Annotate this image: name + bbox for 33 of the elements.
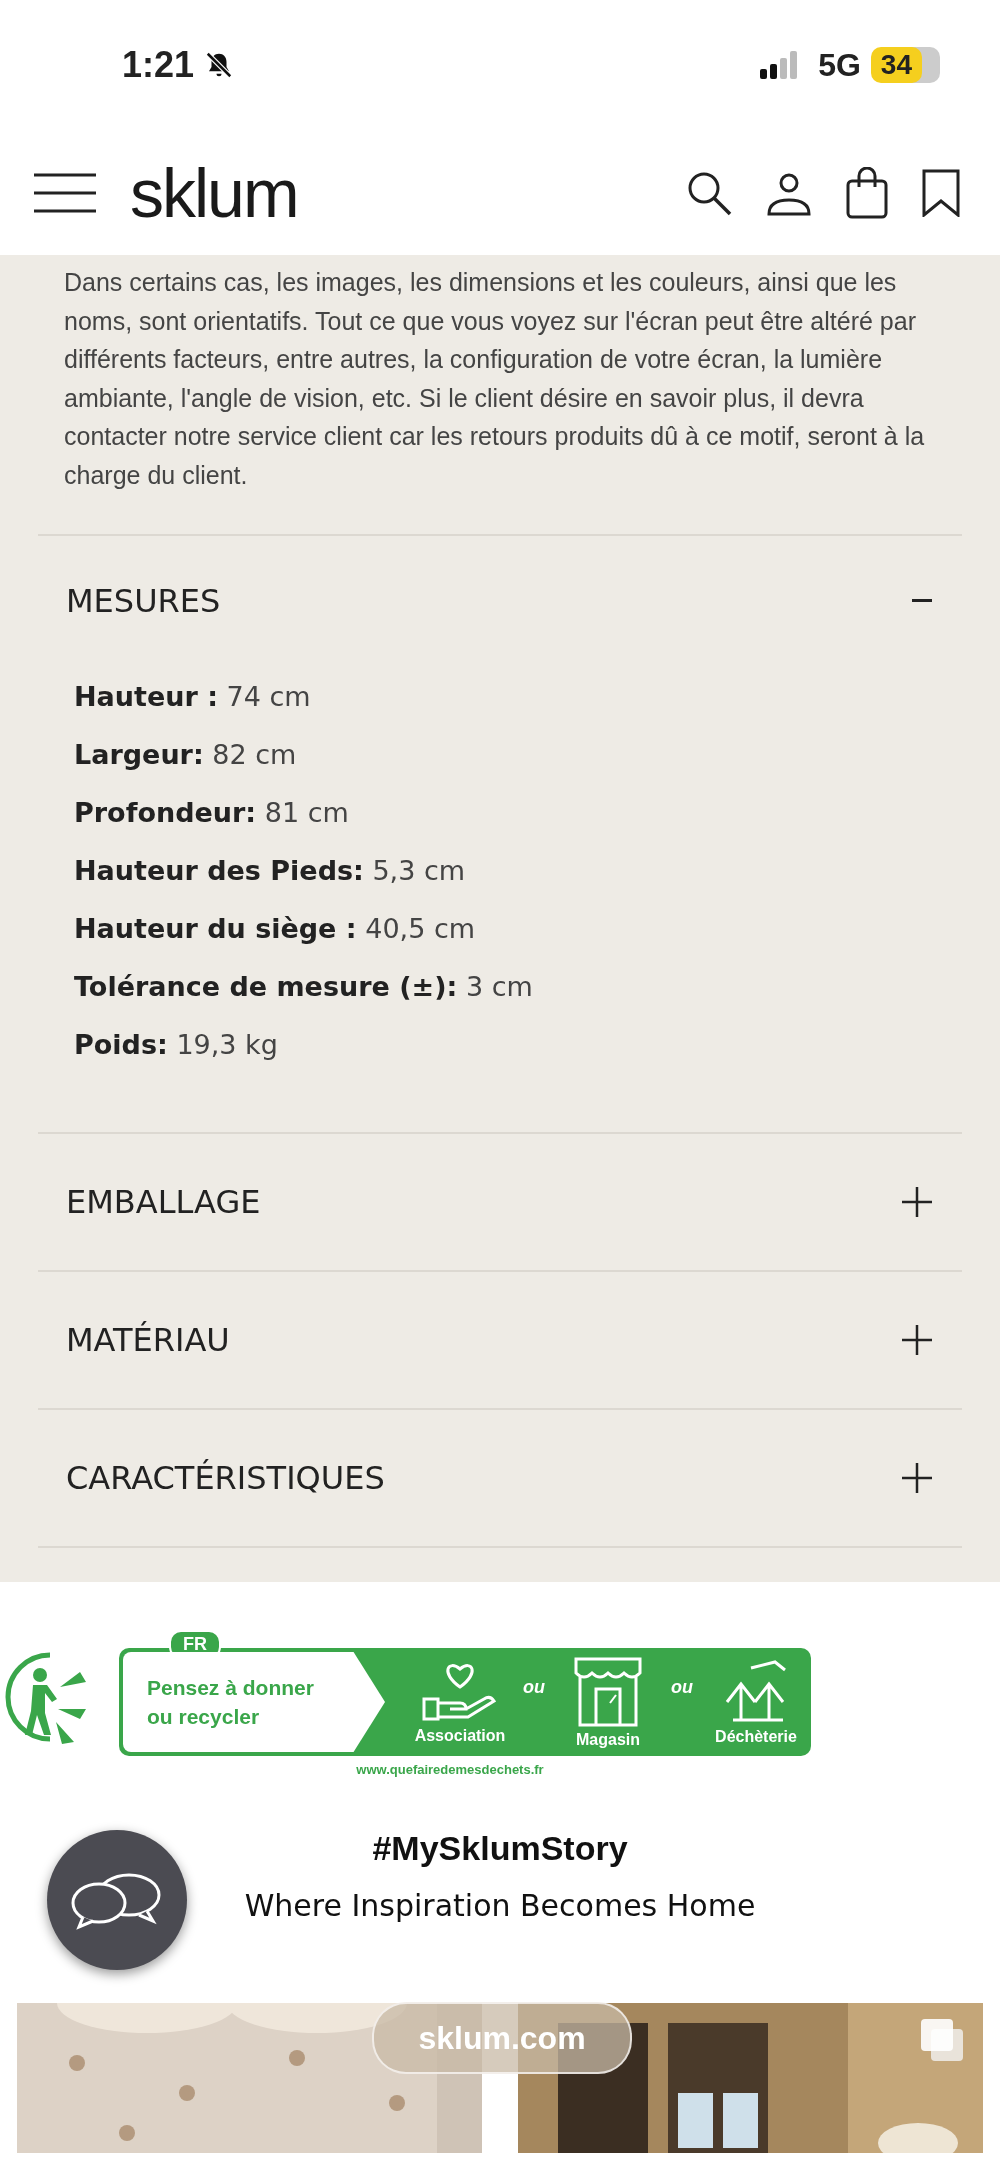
network-type: 5G <box>818 46 861 84</box>
multiple-images-icon <box>919 2017 965 2063</box>
story-title: #MySklumStory <box>371 1829 629 1868</box>
accordion-header[interactable]: EMBALLAGE <box>38 1134 962 1270</box>
expand-icon <box>902 1187 932 1217</box>
option-label: Magasin <box>576 1731 640 1749</box>
accordion-header[interactable]: MATÉRIAU <box>38 1272 962 1408</box>
option-label: Association <box>414 1727 506 1745</box>
disclaimer-text: Dans certains cas, les images, les dimensions et les couleurs, ainsi que les noms, sont orientatifs. Tout ce que vous voyez sur l'écran peut être altéré par différents facteurs, entre autres, la configuration de votre écran, la lumière ambiante, l'angle de vision, etc. Si le client désire en savoir plus, il devra contacter notre service client car les retours produits dû à ce motif, seront à la charge du client. <box>38 263 962 536</box>
shopping-bag-icon[interactable] <box>846 166 888 219</box>
measurement-text: Hauteur : 74 cm <box>74 680 312 714</box>
status-time: 1:21 <box>122 44 195 86</box>
bookmark-icon[interactable] <box>922 168 960 217</box>
expand-icon <box>902 1325 932 1355</box>
story-subtitle: Where Inspiration Becomes Home <box>244 1888 756 1923</box>
menu-icon[interactable] <box>34 171 96 214</box>
collapse-icon <box>912 599 932 603</box>
separator-text: ou <box>671 1676 693 1698</box>
measurement-text: Poids: 19,3 kg <box>74 1028 279 1062</box>
option-label: Déchèterie <box>715 1728 797 1746</box>
accordion-header[interactable]: MESURES <box>38 536 962 666</box>
measurement-text: Largeur: 82 cm <box>74 738 298 772</box>
separator-text: ou <box>523 1676 545 1698</box>
shop-icon <box>572 1655 644 1727</box>
measurement-text: Profondeur: 81 cm <box>74 796 350 830</box>
chat-button[interactable] <box>47 1830 187 1970</box>
measurement-text: Hauteur des Pieds: 5,3 cm <box>74 854 467 888</box>
measurement-text: Tolérance de mesure (±): 3 cm <box>74 970 534 1004</box>
recycle-message: Pensez à donner ou recycler <box>147 1675 315 1730</box>
logo[interactable]: sklum <box>130 153 298 232</box>
measurement-text: Hauteur du siège : 40,5 cm <box>74 912 477 946</box>
accordion-header[interactable]: CARACTÉRISTIQUES <box>38 1410 962 1546</box>
expand-icon <box>902 1463 932 1493</box>
